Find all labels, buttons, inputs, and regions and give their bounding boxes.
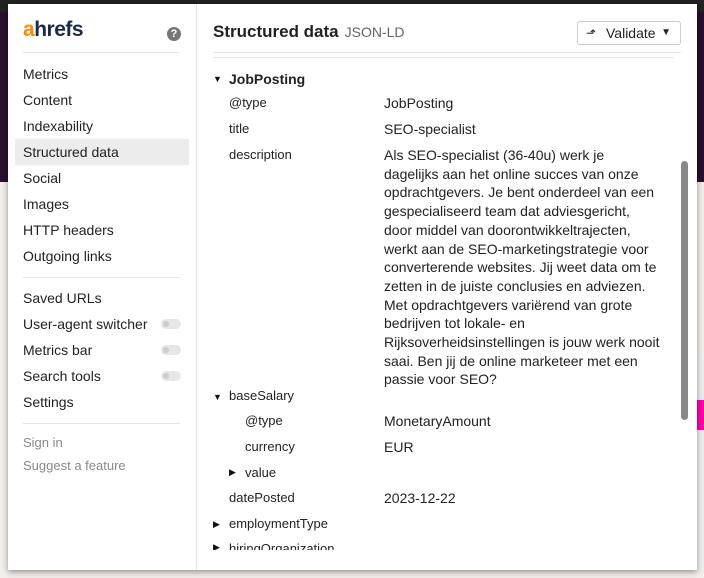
caret-down-icon[interactable]: ▼ [213,74,222,84]
key: title [229,121,250,136]
nav-outgoing-links[interactable]: Outgoing links [15,243,189,269]
description-line: bedrijven tot lokale- en [384,315,525,332]
caret-down-icon[interactable]: ▼ [213,392,222,402]
chevron-down-icon: ▼ [661,27,671,38]
format-label: JSON-LD [344,24,405,40]
suggest-feature-link[interactable]: Suggest a feature [15,455,189,477]
description-line: werkt aan de SEO-marketingstrategie voor [384,240,649,257]
nav-structured-data[interactable]: Structured data [15,139,189,165]
nav-metrics[interactable]: Metrics [15,61,189,87]
description-line: Als SEO-specialist (36-40u) werk je [384,147,605,163]
description-line: gespecialiseerd team dat adviesgericht, [384,203,630,220]
key-hiring-organization[interactable]: hiringOrganization [229,540,335,550]
user-agent-toggle[interactable] [161,319,181,329]
description-line: passie voor SEO? [384,371,497,388]
page-title: Structured data JSON-LD [213,22,405,41]
nav-settings[interactable]: Settings [15,389,189,415]
caret-right-icon[interactable]: ▶ [229,467,236,478]
description-line: opdrachtgevers. Je bent onderdeel van ee… [384,184,655,201]
value: 2023-12-22 [384,490,456,506]
sidebar: ahrefs ? Metrics Content Indexability St… [8,4,197,570]
nav-images[interactable]: Images [15,191,189,217]
metrics-bar-toggle[interactable] [161,345,181,355]
key: @type [229,95,267,110]
key-employment-type[interactable]: employmentType [229,515,328,534]
description-line: dagelijks aan het online succes van onze [384,165,639,182]
value: MonetaryAmount [384,413,491,429]
external-link-icon: ⬏ [586,26,597,40]
ahrefs-popup: ahrefs ? Metrics Content Indexability St… [8,4,697,570]
scrollbar[interactable] [681,161,688,420]
help-icon[interactable]: ? [167,27,181,41]
value: JobPosting [384,95,454,111]
description-line: door middel van doorontwikkeltrajecten, [384,221,631,238]
nav-indexability[interactable]: Indexability [15,113,189,139]
description-line: saai. Ben jij de online marketeer met ee… [384,352,638,369]
key-value[interactable]: value [245,464,276,483]
description-value: Als SEO-specialist (36-40u) werk je dagel… [384,146,674,389]
description-line: converterende websites. Jij weet data om… [384,259,657,276]
key: @type [245,413,283,428]
search-tools-toggle[interactable] [161,371,181,381]
key: currency [245,439,295,454]
value: SEO-specialist [384,121,476,137]
caret-right-icon[interactable]: ▶ [213,542,220,550]
ahrefs-logo: ahrefs [23,18,84,41]
nav-search-tools[interactable]: Search tools [15,363,189,389]
description-line: zetten in de juiste conclusies en adviez… [384,277,646,294]
validate-button[interactable]: ⬏ Validate ▼ [577,21,681,45]
key: description [229,147,292,162]
nav-social[interactable]: Social [15,165,189,191]
nav-metrics-bar[interactable]: Metrics bar [15,337,189,363]
value: EUR [384,439,414,455]
description-line: Rijksoverheidsinstellingen is jouw werk … [384,334,660,351]
key: datePosted [229,490,295,505]
schema-root[interactable]: JobPosting [229,70,305,89]
key-base-salary[interactable]: baseSalary [229,387,294,406]
caret-right-icon[interactable]: ▶ [213,519,220,530]
description-line: Met opdrachtgevers variërend van grote [384,296,633,313]
nav-saved-urls[interactable]: Saved URLs [15,285,189,311]
nav-content[interactable]: Content [15,87,189,113]
nav-user-agent-switcher[interactable]: User-agent switcher [15,311,189,337]
sign-in-link[interactable]: Sign in [15,432,189,454]
nav-http-headers[interactable]: HTTP headers [15,217,189,243]
